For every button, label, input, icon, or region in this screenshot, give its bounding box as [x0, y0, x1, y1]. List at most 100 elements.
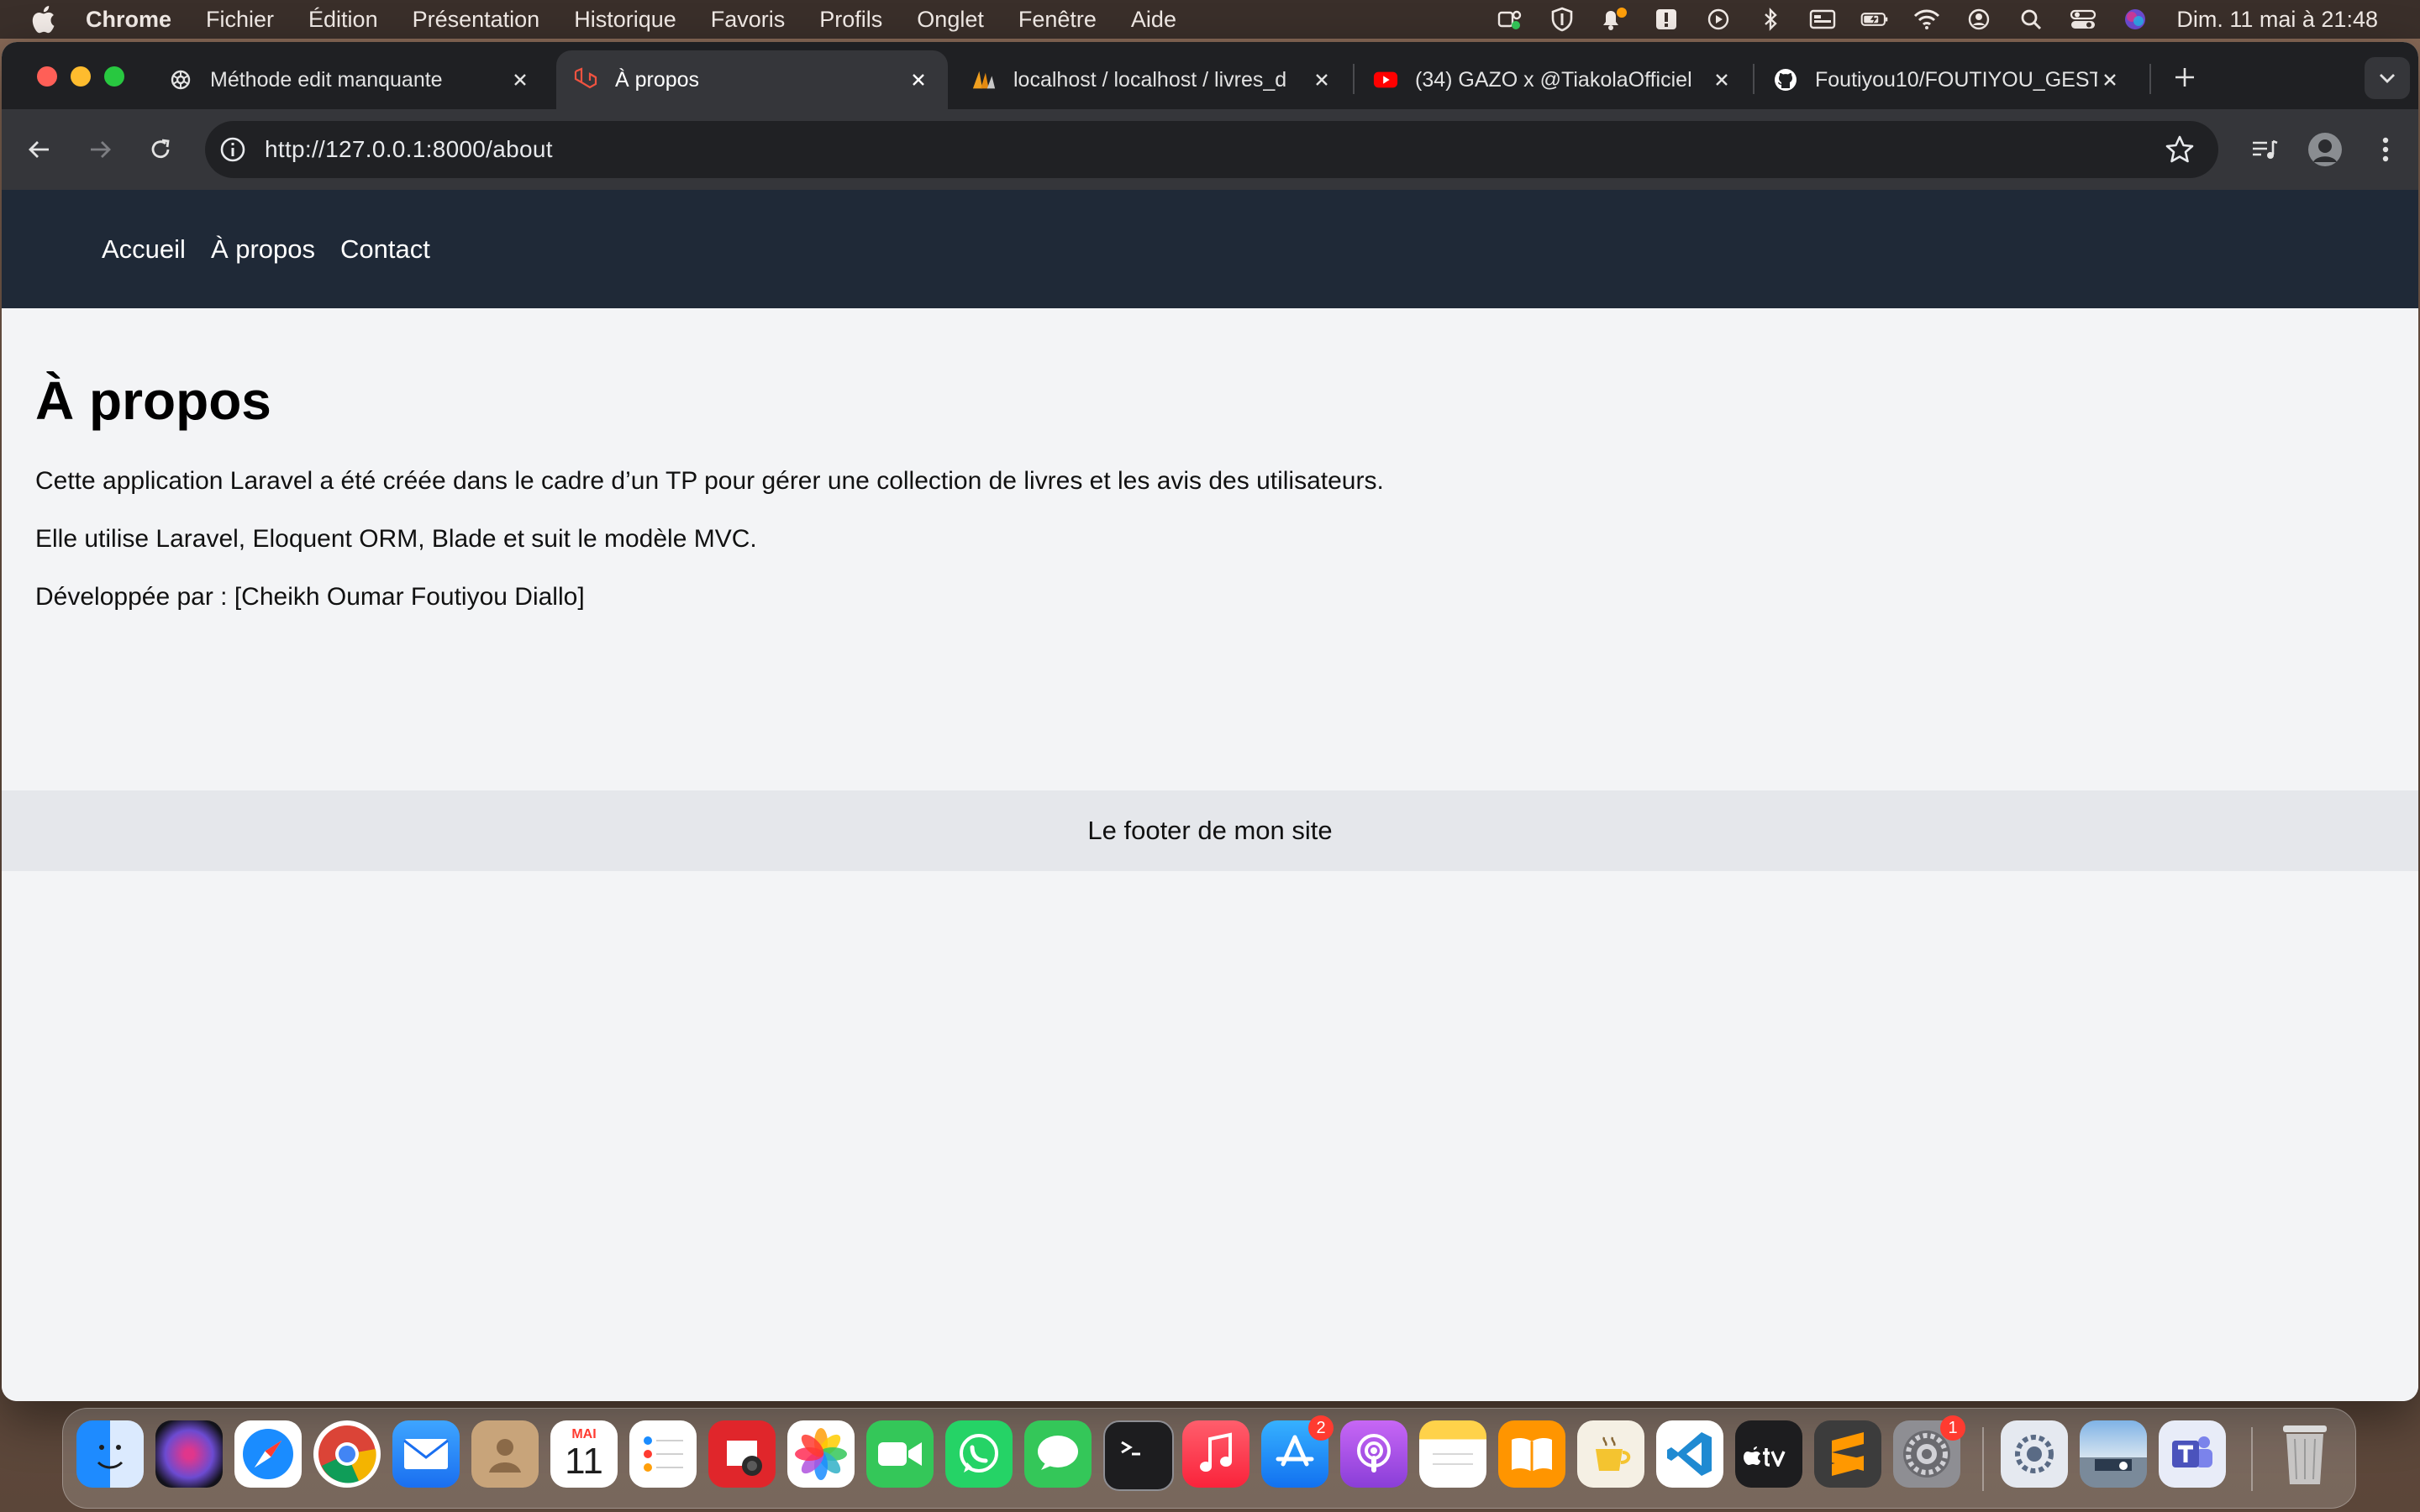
menu-historique[interactable]: Historique [574, 7, 676, 33]
close-tab-icon[interactable] [2097, 67, 2123, 92]
menu-presentation[interactable]: Présentation [413, 7, 540, 33]
finder-icon[interactable] [76, 1420, 144, 1488]
tab-title: À propos [615, 67, 700, 92]
facetime-icon[interactable] [866, 1420, 934, 1488]
notes-icon[interactable] [1419, 1420, 1486, 1488]
chrome-icon[interactable] [313, 1420, 381, 1488]
new-tab-plus-icon[interactable] [2168, 60, 2202, 94]
bluetooth-icon[interactable] [1756, 7, 1785, 32]
media-control-icon[interactable] [2245, 130, 2284, 169]
tab-title: localhost / localhost / livres_d [1013, 67, 1287, 92]
author-paragraph: Développée par : [Cheikh Oumar Foutiyou … [35, 583, 585, 611]
spotlight-search-icon[interactable] [2017, 7, 2045, 32]
menu-aide[interactable]: Aide [1131, 7, 1176, 33]
calendar-icon[interactable]: MAI 11 [550, 1420, 618, 1488]
tab-phpmyadmin[interactable]: localhost / localhost / livres_d [955, 50, 1351, 109]
vscode-icon[interactable] [1656, 1420, 1723, 1488]
menu-app-chrome[interactable]: Chrome [86, 7, 171, 33]
tab-chatgpt[interactable]: Méthode edit manquante [151, 50, 550, 109]
alert-icon[interactable] [1652, 7, 1681, 32]
phpmyadmin-icon [971, 67, 997, 92]
nav-link-accueil[interactable]: Accueil [102, 234, 186, 265]
calendar-day: 11 [565, 1441, 603, 1482]
web-page: Accueil À propos Contact À propos Cette … [2, 190, 2418, 1401]
menu-edition[interactable]: Édition [308, 7, 378, 33]
reminders-icon[interactable] [629, 1420, 697, 1488]
minimize-window-button[interactable] [71, 66, 91, 87]
apple-tv-icon[interactable] [1735, 1420, 1802, 1488]
music-icon[interactable] [1182, 1420, 1249, 1488]
preview-icon[interactable] [2080, 1420, 2147, 1488]
photos-icon[interactable] [787, 1420, 855, 1488]
status-area: Dim. 11 mai à 21:48 [1472, 0, 2378, 39]
safari-icon[interactable] [234, 1420, 302, 1488]
zoom-window-button[interactable] [104, 66, 124, 87]
books-icon[interactable] [1498, 1420, 1565, 1488]
notification-badge: 2 [1308, 1415, 1334, 1441]
menu-profils[interactable]: Profils [819, 7, 882, 33]
sublime-text-icon[interactable] [1814, 1420, 1881, 1488]
user-account-icon[interactable] [1965, 7, 1993, 32]
reload-icon[interactable] [141, 130, 180, 169]
contacts-icon[interactable] [471, 1420, 539, 1488]
system-settings-icon[interactable]: 1 [1893, 1415, 1965, 1488]
nav-link-contact[interactable]: Contact [340, 234, 430, 265]
wifi-icon[interactable] [1912, 7, 1941, 32]
tab-title: (34) GAZO x @TiakolaOfficiel [1415, 67, 1692, 92]
page-heading: À propos [35, 370, 271, 431]
close-window-button[interactable] [37, 66, 57, 87]
tab-a-propos[interactable]: À propos [556, 50, 948, 109]
forward-arrow-icon[interactable] [81, 130, 119, 169]
whatsapp-icon[interactable] [945, 1420, 1013, 1488]
site-info-icon[interactable] [218, 134, 248, 165]
display-menu-icon[interactable] [1808, 7, 1837, 32]
apple-menu-icon[interactable] [30, 5, 55, 34]
tea-app-icon[interactable] [1577, 1420, 1644, 1488]
menubar-clock[interactable]: Dim. 11 mai à 21:48 [2176, 7, 2378, 33]
photo-booth-icon[interactable] [708, 1420, 776, 1488]
podcasts-icon[interactable] [1340, 1420, 1407, 1488]
footer-text: Le footer de mon site [1087, 816, 1333, 845]
browser-toolbar: http://127.0.0.1:8000/about [2, 109, 2418, 190]
siri-icon[interactable] [2121, 7, 2149, 32]
macos-menu-bar: Chrome Fichier Édition Présentation Hist… [0, 0, 2420, 39]
url-text[interactable]: http://127.0.0.1:8000/about [265, 136, 553, 163]
tab-strip: Méthode edit manquante À propos localhos… [2, 42, 2418, 109]
notification-bell-icon[interactable] [1600, 7, 1628, 32]
terminal-icon[interactable] [1103, 1420, 1174, 1491]
trash-icon[interactable] [2271, 1420, 2338, 1488]
notification-badge: 1 [1940, 1415, 1965, 1441]
kebab-menu-icon[interactable] [2366, 130, 2405, 169]
back-arrow-icon[interactable] [20, 130, 59, 169]
nav-link-a-propos[interactable]: À propos [211, 234, 315, 265]
siri-icon[interactable] [155, 1420, 223, 1488]
address-bar[interactable]: http://127.0.0.1:8000/about [205, 121, 2218, 178]
tab-github[interactable]: Foutiyou10/FOUTIYOU_GESTI [1756, 50, 2139, 109]
close-tab-icon[interactable] [906, 67, 931, 92]
tab-search-chevron-down-icon[interactable] [2365, 57, 2410, 99]
tab-youtube[interactable]: (34) GAZO x @TiakolaOfficiel [1356, 50, 1751, 109]
battery-icon[interactable] [1860, 7, 1889, 32]
dock-divider [1982, 1427, 1984, 1491]
shield-icon[interactable] [1548, 7, 1576, 32]
menu-fenetre[interactable]: Fenêtre [1018, 7, 1097, 33]
intro-paragraph: Cette application Laravel a été créée da… [35, 467, 1384, 495]
tab-title: Méthode edit manquante [210, 67, 443, 92]
teams-status-icon[interactable] [1496, 7, 1524, 32]
utility-icon[interactable] [2001, 1420, 2068, 1488]
mail-icon[interactable] [392, 1420, 460, 1488]
github-icon [1773, 67, 1798, 92]
messages-icon[interactable] [1024, 1420, 1092, 1488]
close-tab-icon[interactable] [1709, 67, 1734, 92]
profile-avatar[interactable] [2306, 130, 2344, 169]
teams-icon[interactable] [2159, 1420, 2226, 1488]
close-tab-icon[interactable] [1309, 67, 1334, 92]
menu-fichier[interactable]: Fichier [206, 7, 274, 33]
app-store-icon[interactable]: 2 [1261, 1415, 1334, 1488]
close-tab-icon[interactable] [508, 67, 533, 92]
play-circle-icon[interactable] [1704, 7, 1733, 32]
menu-favoris[interactable]: Favoris [711, 7, 786, 33]
control-center-icon[interactable] [2069, 7, 2097, 32]
menu-onglet[interactable]: Onglet [917, 7, 984, 33]
bookmark-star-icon[interactable] [2165, 134, 2195, 165]
